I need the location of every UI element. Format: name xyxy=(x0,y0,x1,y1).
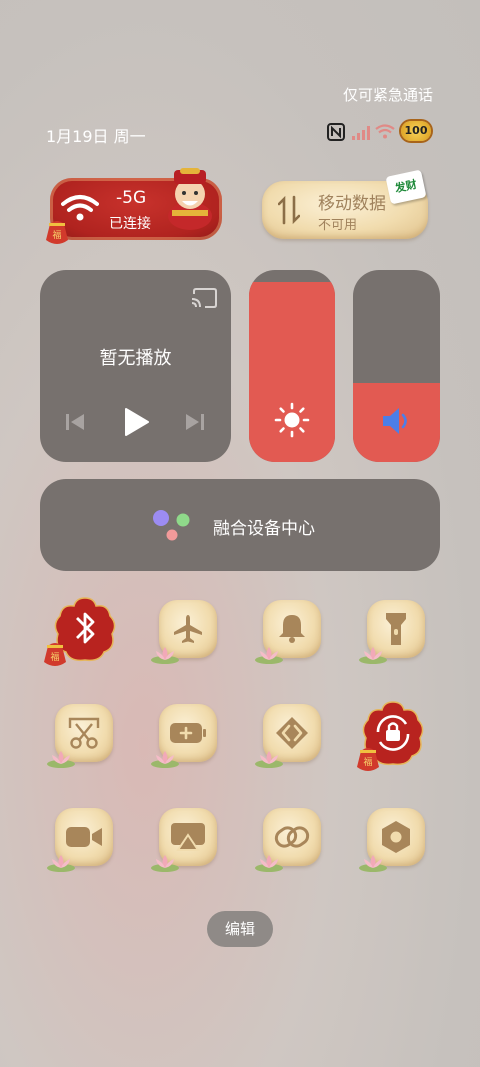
wifi-status: 已连接 xyxy=(109,216,151,232)
flashlight-icon xyxy=(385,611,407,651)
lucky-bag-decoration: 福 xyxy=(44,218,70,246)
svg-text:福: 福 xyxy=(50,651,59,663)
next-track-icon[interactable] xyxy=(184,412,206,436)
svg-text:福: 福 xyxy=(52,229,61,241)
brightness-icon xyxy=(274,402,310,442)
device-center-label: 融合设备中心 xyxy=(213,519,315,539)
volume-slider[interactable] xyxy=(353,270,440,462)
toggle-settings[interactable] xyxy=(367,808,425,866)
wifi-status-icon xyxy=(375,124,395,143)
video-camera-icon xyxy=(65,825,103,853)
mobile-data-title: 移动数据 xyxy=(318,194,386,214)
carrier-notice: 仅可紧急通话 xyxy=(342,86,433,104)
battery-indicator: 100 xyxy=(401,121,431,141)
cast-screen-icon[interactable] xyxy=(191,288,217,312)
toggle-direct-connect[interactable] xyxy=(263,704,321,762)
wifi-tile[interactable]: -5G 已连接 MI xyxy=(50,168,222,240)
mobile-data-status: 不可用 xyxy=(318,218,358,233)
fortune-tile-decoration: 发财 xyxy=(385,169,427,205)
toggle-link-share[interactable] xyxy=(263,808,321,866)
mobile-data-tile[interactable]: 移动数据 不可用 发财 xyxy=(262,169,428,239)
media-status: 暂无播放 xyxy=(99,348,172,369)
lucky-bag-decoration: 福 xyxy=(355,745,381,773)
signal-icon xyxy=(352,125,370,144)
link-icon xyxy=(273,820,311,858)
previous-track-icon[interactable] xyxy=(64,412,86,436)
cast-icon xyxy=(170,822,206,856)
toggle-flashlight[interactable] xyxy=(367,600,425,658)
battery-icon xyxy=(169,721,207,749)
toggle-screen-record[interactable] xyxy=(55,808,113,866)
status-icons: 100 xyxy=(327,121,437,144)
device-center-icon xyxy=(150,507,194,547)
diamond-arrow-icon xyxy=(274,715,310,755)
volume-icon xyxy=(381,406,413,440)
wealth-god-decoration xyxy=(162,166,218,236)
toggle-sound[interactable] xyxy=(263,600,321,658)
wifi-ssid: -5G xyxy=(116,188,147,208)
bell-icon xyxy=(277,612,307,648)
date-label: 1月19日 周一 xyxy=(46,127,146,146)
toggle-battery-saver[interactable] xyxy=(159,704,217,762)
data-transfer-icon xyxy=(277,195,301,229)
media-panel[interactable]: 暂无播放 xyxy=(40,270,231,462)
airplane-icon xyxy=(172,613,204,649)
play-icon[interactable] xyxy=(122,407,150,441)
settings-icon xyxy=(379,819,413,859)
toggle-airplane-mode[interactable] xyxy=(159,600,217,658)
svg-text:福: 福 xyxy=(363,756,372,768)
device-center-panel[interactable]: 融合设备中心 xyxy=(40,479,440,571)
brightness-slider[interactable] xyxy=(249,270,335,462)
edit-button[interactable]: 编辑 xyxy=(207,911,273,947)
lucky-bag-decoration: 福 xyxy=(42,640,68,668)
nfc-icon xyxy=(327,122,345,146)
toggle-screen-cast[interactable] xyxy=(159,808,217,866)
toggle-screenshot[interactable] xyxy=(55,704,113,762)
scissors-icon xyxy=(67,716,101,754)
